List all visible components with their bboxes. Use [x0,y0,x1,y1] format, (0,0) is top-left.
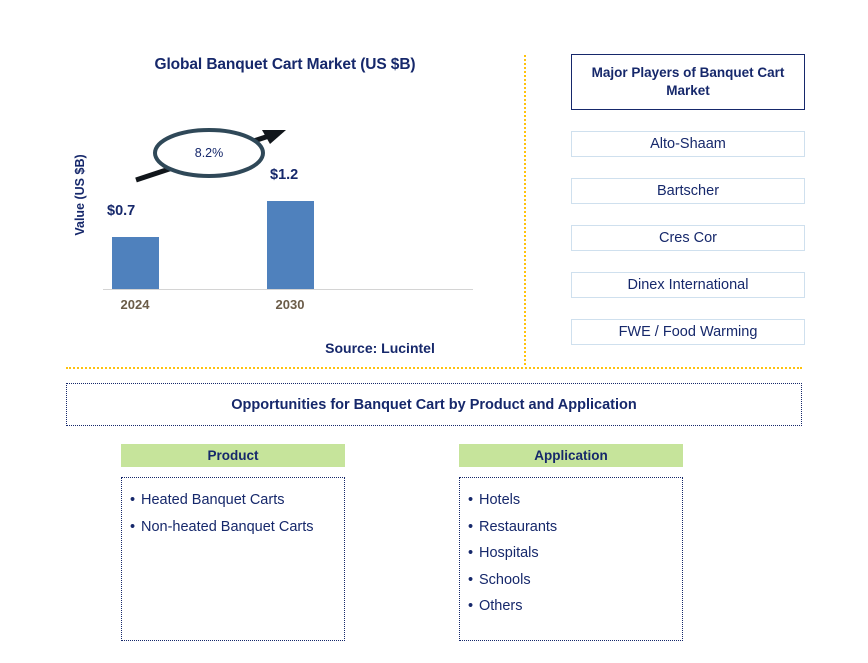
player-label: Dinex International [627,277,749,293]
list-item-label: Restaurants [479,518,558,535]
list-item: • Non-heated Banquet Carts [130,517,338,538]
x-axis-label-2030: 2030 [275,297,305,312]
bar-value-2024: $0.7 [107,203,136,219]
product-column: Product • Heated Banquet Carts • Non-hea… [121,444,345,641]
player-label: FWE / Food Warming [618,324,758,340]
infographic-root: Global Banquet Cart Market (US $B) Value… [0,0,868,663]
list-item: • Schools [468,570,676,591]
bar-2024 [112,237,159,289]
player-item-alto-shaam[interactable]: Alto-Shaam [571,131,805,157]
bullet-icon: • [468,598,474,615]
bullet-icon: • [130,492,136,508]
x-axis-label-2024: 2024 [120,297,150,312]
list-item: • Heated Banquet Carts [130,490,338,511]
list-item: • Restaurants [468,517,676,538]
player-label: Cres Cor [658,230,717,246]
player-item-fwe-food-warming[interactable]: FWE / Food Warming [571,319,805,345]
list-item: • Others [468,596,676,617]
list-item-label: Hotels [479,492,521,508]
list-item: • Hospitals [468,543,676,564]
list-item-label: Non-heated Banquet Carts [141,518,314,535]
list-item-label: Others [479,598,523,615]
bullet-icon: • [468,492,474,508]
player-label: Alto-Shaam [650,136,726,152]
application-column-header: Application [459,444,683,467]
player-label: Bartscher [656,183,720,199]
bullet-icon: • [130,518,136,535]
list-item-label: Schools [479,571,531,588]
x-axis-line [103,289,473,290]
bullet-icon: • [468,571,474,588]
chart-title: Global Banquet Cart Market (US $B) [154,56,416,73]
list-item: • Hotels [468,490,676,511]
player-item-bartscher[interactable]: Bartscher [571,178,805,204]
player-item-cres-cor[interactable]: Cres Cor [571,225,805,251]
bar-2030 [267,201,314,289]
chart-plot-area: Value (US $B) $0.7 $1.2 2024 2030 8.2% [60,110,510,312]
product-column-header: Product [121,444,345,467]
application-column: Application • Hotels • Restaurants • Hos… [459,444,683,641]
bullet-icon: • [468,545,474,562]
y-axis-title: Value (US $B) [73,154,87,236]
opportunities-banner-label: Opportunities for Banquet Cart by Produc… [231,396,637,413]
horizontal-dotted-divider [66,367,802,369]
major-players-panel: Major Players of Banquet Cart Market Alt… [571,54,807,345]
player-item-dinex-international[interactable]: Dinex International [571,272,805,298]
vertical-dotted-divider [524,55,526,365]
opportunities-banner: Opportunities for Banquet Cart by Produc… [66,383,802,426]
application-list-box: • Hotels • Restaurants • Hospitals • Sch… [459,477,683,641]
market-chart-panel: Global Banquet Cart Market (US $B) Value… [60,40,510,360]
list-item-label: Heated Banquet Carts [141,492,285,508]
major-players-header: Major Players of Banquet Cart Market [571,54,805,110]
cagr-value: 8.2% [194,146,224,160]
list-item-label: Hospitals [479,545,539,562]
bullet-icon: • [468,518,474,535]
cagr-annotation: 8.2% [130,120,310,190]
source-label: Source: Lucintel [325,340,435,356]
product-list-box: • Heated Banquet Carts • Non-heated Banq… [121,477,345,641]
